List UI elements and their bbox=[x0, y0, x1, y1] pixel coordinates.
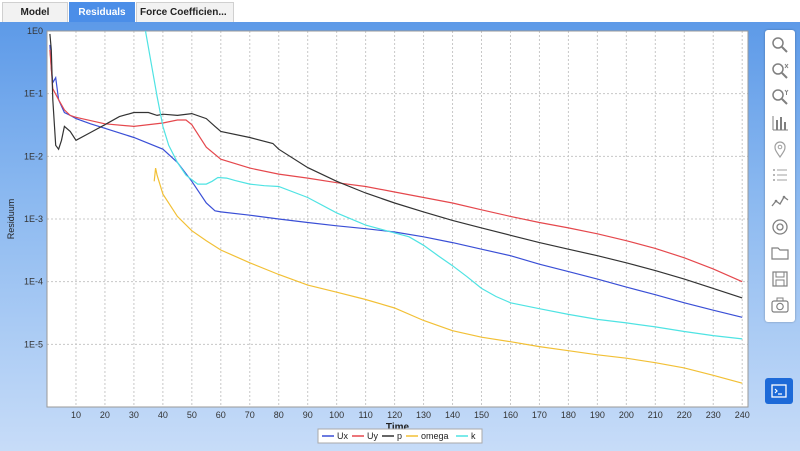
location-pin-icon[interactable] bbox=[768, 138, 792, 160]
x-tick-label: 60 bbox=[216, 410, 226, 420]
x-tick-label: 140 bbox=[445, 410, 460, 420]
legend-label-omega: omega bbox=[421, 431, 449, 441]
x-tick-label: 130 bbox=[416, 410, 431, 420]
x-tick-label: 50 bbox=[187, 410, 197, 420]
x-tick-label: 160 bbox=[503, 410, 518, 420]
y-axis-label: Residuum bbox=[6, 199, 16, 240]
x-tick-label: 120 bbox=[387, 410, 402, 420]
zoom-icon[interactable] bbox=[768, 34, 792, 56]
y-tick-label: 1E-2 bbox=[24, 151, 43, 161]
legend-label-Ux: Ux bbox=[337, 431, 348, 441]
y-tick-label: 1E0 bbox=[27, 26, 43, 36]
legend-label-p: p bbox=[397, 431, 402, 441]
x-tick-label: 10 bbox=[71, 410, 81, 420]
x-tick-label: 170 bbox=[532, 410, 547, 420]
x-tick-label: 180 bbox=[561, 410, 576, 420]
x-tick-label: 70 bbox=[245, 410, 255, 420]
zoom-y-icon[interactable] bbox=[768, 86, 792, 108]
tab-residuals[interactable]: Residuals bbox=[69, 2, 135, 22]
bar-chart-icon[interactable] bbox=[768, 112, 792, 134]
legend-label-Uy: Uy bbox=[367, 431, 378, 441]
y-tick-label: 1E-5 bbox=[24, 339, 43, 349]
x-tick-label: 230 bbox=[706, 410, 721, 420]
zoom-x-icon[interactable] bbox=[768, 60, 792, 82]
x-tick-label: 20 bbox=[100, 410, 110, 420]
x-tick-label: 90 bbox=[303, 410, 313, 420]
x-tick-label: 100 bbox=[329, 410, 344, 420]
list-icon[interactable] bbox=[768, 164, 792, 186]
folder-icon[interactable] bbox=[768, 242, 792, 264]
console-icon[interactable] bbox=[765, 378, 793, 404]
x-tick-label: 110 bbox=[358, 410, 372, 420]
settings-ring-icon[interactable] bbox=[768, 216, 792, 238]
tab-model[interactable]: Model bbox=[2, 2, 68, 22]
save-icon[interactable] bbox=[768, 268, 792, 290]
x-tick-label: 210 bbox=[648, 410, 663, 420]
x-tick-label: 200 bbox=[619, 410, 634, 420]
residuals-chart: 10 20 30 40 50 60 70 80 90 100 110 120 130 140 150 160 1… bbox=[6, 26, 750, 444]
legend-label-k: k bbox=[471, 431, 476, 441]
y-tick-label: 1E-4 bbox=[24, 277, 43, 287]
camera-icon[interactable] bbox=[768, 294, 792, 316]
x-tick-label: 80 bbox=[274, 410, 284, 420]
line-chart-icon[interactable] bbox=[768, 190, 792, 212]
x-tick-label: 40 bbox=[158, 410, 168, 420]
y-tick-label: 1E-3 bbox=[24, 214, 43, 224]
y-tick-label: 1E-1 bbox=[24, 89, 43, 99]
x-tick-label: 220 bbox=[677, 410, 692, 420]
tab-force-coefficients[interactable]: Force Coefficien... bbox=[136, 2, 234, 22]
chart-toolbar bbox=[765, 30, 795, 322]
tab-bar: Model Residuals Force Coefficien... bbox=[0, 0, 800, 23]
x-tick-label: 240 bbox=[735, 410, 750, 420]
x-tick-label: 30 bbox=[129, 410, 139, 420]
x-tick-label: 150 bbox=[474, 410, 489, 420]
x-tick-label: 190 bbox=[590, 410, 605, 420]
